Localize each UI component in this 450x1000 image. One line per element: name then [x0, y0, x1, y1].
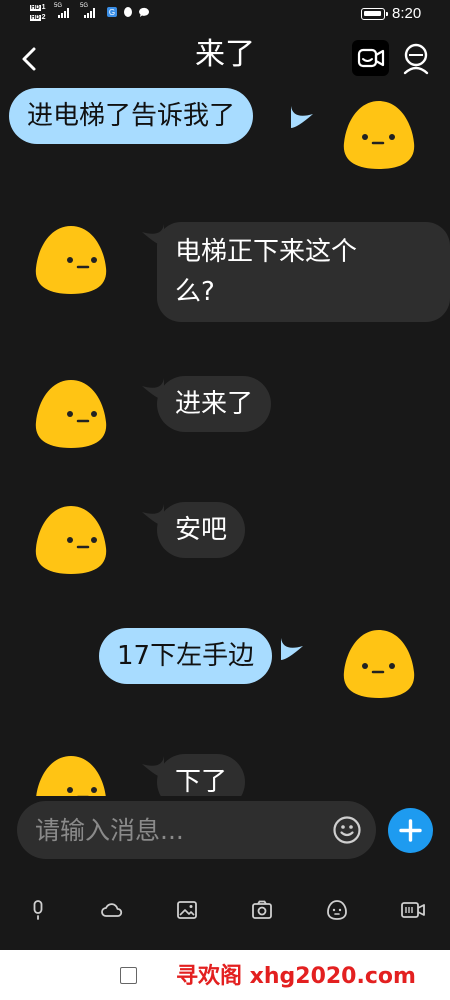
signal-1-icon: 5G	[54, 3, 72, 18]
camera-icon[interactable]	[250, 898, 274, 922]
message-text: 进来了	[175, 389, 254, 419]
signal-2-icon: 5G	[80, 3, 98, 18]
message-bubble-incoming[interactable]: 安吧	[157, 502, 246, 558]
my-avatar[interactable]	[340, 624, 418, 702]
video-call-button[interactable]	[352, 40, 389, 76]
bubble-tail	[281, 638, 303, 660]
chat-header: 来了	[0, 30, 450, 86]
message-bubble-incoming[interactable]: 电梯正下来这个 么?	[157, 222, 450, 322]
bubble-tail	[291, 106, 313, 128]
contact-avatar[interactable]	[32, 500, 110, 578]
contact-avatar[interactable]	[32, 220, 110, 298]
emoticon-icon[interactable]	[325, 898, 349, 922]
message-bubble-outgoing[interactable]: 17下左手边	[99, 628, 273, 684]
sim1-indicator: HD 1	[30, 4, 46, 11]
contact-avatar[interactable]	[32, 750, 110, 796]
message-text: 进电梯了告诉我了	[27, 101, 236, 131]
clock: 8:20	[392, 5, 422, 22]
message-composer	[17, 801, 376, 859]
message-input[interactable]	[35, 811, 315, 849]
app-notification-icon: G	[107, 7, 117, 17]
cloud-icon[interactable]	[100, 898, 124, 922]
watermark-text: 寻欢阁 xhg2020.com	[176, 964, 416, 989]
chat-notification-icon	[138, 7, 149, 17]
message-bubble-outgoing[interactable]: 进电梯了告诉我了	[9, 88, 254, 144]
message-bubble-incoming[interactable]: 进来了	[157, 376, 272, 432]
video-camera-icon	[357, 48, 385, 68]
message-text: 安吧	[175, 515, 228, 545]
plus-icon	[399, 819, 422, 842]
message-text: 17下左手边	[117, 641, 255, 671]
microphone-icon[interactable]	[26, 898, 50, 922]
system-nav-bar: 寻欢阁 xhg2020.com	[0, 950, 450, 1000]
qq-notification-icon	[124, 7, 132, 17]
contact-avatar[interactable]	[32, 374, 110, 452]
message-list[interactable]: 进电梯了告诉我了 电梯正下来这个 么? 进来了 安吧 17下左手边 下了	[0, 86, 450, 796]
input-toolbar	[0, 888, 450, 932]
my-avatar[interactable]	[340, 95, 418, 173]
recent-apps-icon[interactable]	[120, 967, 137, 984]
profile-icon[interactable]	[400, 42, 432, 76]
message-text: 下了	[175, 767, 228, 796]
sim2-indicator: HD 2	[30, 14, 46, 21]
message-bubble-incoming[interactable]: 下了	[157, 754, 246, 796]
status-bar: HD 1 HD 2 5G 5G G 8:20	[0, 0, 450, 30]
message-text-line: 么?	[175, 277, 215, 307]
emoji-icon[interactable]	[332, 815, 362, 845]
battery-icon	[361, 8, 388, 20]
message-text-line: 电梯正下来这个	[175, 237, 358, 267]
image-icon[interactable]	[175, 898, 199, 922]
add-attachment-button[interactable]	[388, 808, 433, 853]
svg-text:G: G	[109, 8, 115, 17]
gif-icon[interactable]	[400, 898, 426, 922]
